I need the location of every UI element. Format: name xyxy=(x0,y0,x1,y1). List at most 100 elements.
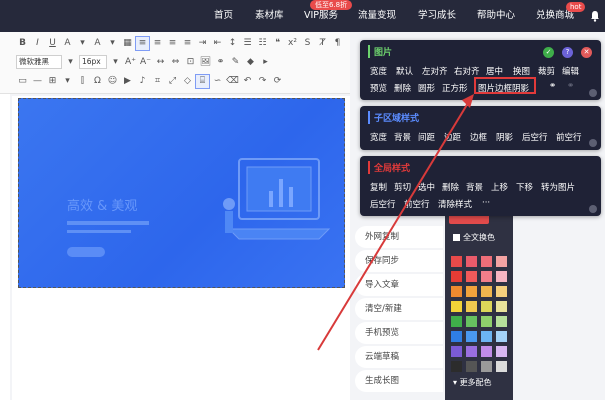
color-swatch[interactable] xyxy=(451,286,462,297)
color-swatch[interactable] xyxy=(451,256,462,267)
child-spacing-button[interactable]: 间距 xyxy=(418,131,435,143)
color-swatch[interactable] xyxy=(466,346,477,357)
color-swatch[interactable] xyxy=(481,271,492,282)
color-swatch[interactable] xyxy=(466,256,477,267)
letter-spacing-icon[interactable]: ↔ xyxy=(154,56,167,69)
nav-learning[interactable]: 学习成长 xyxy=(418,0,456,32)
expand-icon[interactable]: ⤢ xyxy=(166,75,179,88)
more-icon[interactable]: ▸ xyxy=(259,56,272,69)
link-icon[interactable]: ⚭ xyxy=(214,56,227,69)
image-delete-button[interactable]: 删除 xyxy=(394,82,411,94)
child-background-button[interactable]: 背景 xyxy=(394,131,411,143)
checkbox-icon[interactable] xyxy=(453,234,460,241)
side-item-long-image[interactable]: 生成长图 xyxy=(355,370,443,392)
color-swatch[interactable] xyxy=(481,331,492,342)
color-swatch[interactable] xyxy=(466,271,477,282)
crop-icon[interactable]: ⌗ xyxy=(151,75,164,88)
child-margin-button[interactable]: 边距 xyxy=(444,131,461,143)
child-before-blank-button[interactable]: 前空行 xyxy=(556,131,582,143)
image-width-button[interactable]: 宽度 xyxy=(370,65,387,77)
color-swatch[interactable] xyxy=(466,301,477,312)
color-swatch[interactable] xyxy=(451,331,462,342)
selected-image[interactable]: 高效 & 美观 xyxy=(18,98,345,288)
image-preview-button[interactable]: 预览 xyxy=(370,82,387,94)
full-recolor-option[interactable]: 全文换色 xyxy=(453,232,495,243)
side-item-clear-new[interactable]: 清空/新建 xyxy=(355,298,443,320)
color-swatch[interactable] xyxy=(466,286,477,297)
collapse-icon[interactable] xyxy=(589,139,597,147)
color-swatch[interactable] xyxy=(451,346,462,357)
image-edit-button[interactable]: 编辑 xyxy=(562,65,579,77)
close-icon[interactable]: ✕ xyxy=(581,47,592,58)
block-copy-button[interactable]: 复制 xyxy=(370,181,387,193)
block-move-up-button[interactable]: 上移 xyxy=(491,181,508,193)
child-shadow-button[interactable]: 阴影 xyxy=(496,131,513,143)
bold-icon[interactable]: B xyxy=(16,37,29,50)
block-more-button[interactable]: ··· xyxy=(482,198,490,208)
align-justify-icon[interactable]: ≡ xyxy=(181,37,194,50)
align-right-icon[interactable]: ≡ xyxy=(166,37,179,50)
insert-image-icon[interactable]: 🖼 xyxy=(199,56,212,69)
html-icon[interactable]: ◇ xyxy=(181,75,194,88)
child-border-button[interactable]: 边框 xyxy=(470,131,487,143)
line-icon[interactable]: — xyxy=(31,75,44,88)
nav-materials[interactable]: 素材库 xyxy=(255,0,284,32)
color-swatch[interactable] xyxy=(466,361,477,372)
color-swatch[interactable] xyxy=(481,316,492,327)
signature-icon[interactable]: ∽ xyxy=(211,75,224,88)
collapse-icon[interactable] xyxy=(589,205,597,213)
color-swatch[interactable] xyxy=(481,361,492,372)
align-center-icon[interactable]: ≡ xyxy=(151,37,164,50)
background-color-icon[interactable]: A xyxy=(91,37,104,50)
image-center-button[interactable]: 居中 xyxy=(486,65,503,77)
list-icon[interactable]: ☰ xyxy=(241,37,254,50)
color-swatch[interactable] xyxy=(496,331,507,342)
block-background-button[interactable]: 背景 xyxy=(466,181,483,193)
confirm-icon[interactable]: ✓ xyxy=(543,47,554,58)
grow-font-icon[interactable]: A⁺ xyxy=(124,56,137,69)
paint-bucket-icon[interactable]: ◆ xyxy=(244,56,257,69)
nav-help[interactable]: 帮助中心 xyxy=(477,0,515,32)
side-item-mobile-preview[interactable]: 手机预览 xyxy=(355,322,443,344)
indent-icon[interactable]: ⇥ xyxy=(196,37,209,50)
color-swatch[interactable] xyxy=(496,286,507,297)
collapse-icon[interactable] xyxy=(589,89,597,97)
image-crop-button[interactable]: 裁剪 xyxy=(538,65,555,77)
block-delete-button[interactable]: 删除 xyxy=(442,181,459,193)
color-swatch[interactable] xyxy=(466,316,477,327)
size-dropdown-icon[interactable]: ▾ xyxy=(109,56,122,69)
unlink-icon[interactable]: ⚭ xyxy=(567,81,574,91)
side-item-cloud-draft[interactable]: 云端草稿 xyxy=(355,346,443,368)
image-align-right-button[interactable]: 右对齐 xyxy=(454,65,480,77)
quote-icon[interactable]: ❝ xyxy=(271,37,284,50)
refresh-icon[interactable]: ⟳ xyxy=(271,75,284,88)
color-swatch[interactable] xyxy=(481,301,492,312)
video-icon[interactable]: ▶ xyxy=(121,75,134,88)
omega-icon[interactable]: Ω xyxy=(91,75,104,88)
text-bg-icon[interactable]: ▾ xyxy=(106,37,119,50)
color-swatch[interactable] xyxy=(466,331,477,342)
music-icon[interactable]: ♪ xyxy=(136,75,149,88)
color-swatch[interactable] xyxy=(481,346,492,357)
table-icon[interactable]: ▦ xyxy=(121,37,134,50)
bell-icon[interactable] xyxy=(589,10,601,22)
block-before-blank-button[interactable]: 前空行 xyxy=(404,198,430,210)
more-colors-link[interactable]: ▾ 更多配色 xyxy=(453,377,492,388)
underline-icon[interactable]: U xyxy=(46,37,59,50)
block-after-blank-button[interactable]: 后空行 xyxy=(370,198,396,210)
color-swatch[interactable] xyxy=(496,271,507,282)
emoji-icon[interactable]: ☺ xyxy=(106,75,119,88)
image-replace-button[interactable]: 换图 xyxy=(513,65,530,77)
strikethrough-icon[interactable]: S xyxy=(301,37,314,50)
redo-icon[interactable]: ↷ xyxy=(256,75,269,88)
color-swatch[interactable] xyxy=(496,316,507,327)
color-swatch[interactable] xyxy=(451,361,462,372)
color-swatch[interactable] xyxy=(451,301,462,312)
block-clear-style-button[interactable]: 清除样式 xyxy=(438,198,472,210)
nav-home[interactable]: 首页 xyxy=(214,0,233,32)
font-dropdown-icon[interactable]: ▾ xyxy=(64,56,77,69)
color-swatch[interactable] xyxy=(496,301,507,312)
ordered-list-icon[interactable]: ☷ xyxy=(256,37,269,50)
link-icon[interactable]: ⚭ xyxy=(549,81,556,91)
highlight-color-icon[interactable]: ▾ xyxy=(76,37,89,50)
